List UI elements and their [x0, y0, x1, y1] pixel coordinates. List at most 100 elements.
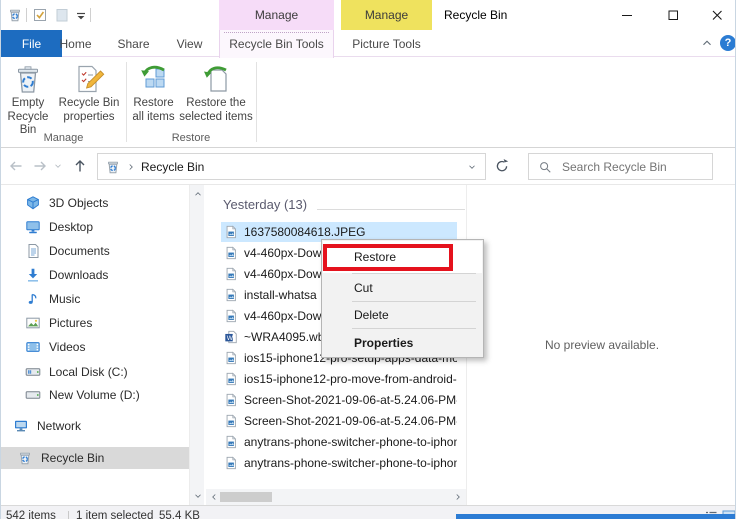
forward-button[interactable] — [29, 155, 51, 177]
recent-locations-button[interactable] — [51, 155, 65, 177]
recycle-bin-icon — [17, 450, 33, 466]
file-name: ios15-iphone12-pro-move-from-android- — [244, 372, 457, 386]
image-file-icon — [224, 414, 238, 428]
sidebar-item-label: Network — [37, 419, 81, 433]
file-name: Screen-Shot-2021-09-06-at-5.24.06-PM-10 — [244, 414, 457, 428]
sidebar-item-label: 3D Objects — [49, 196, 108, 210]
restore-all-items-button[interactable]: Restoreall items — [129, 60, 178, 140]
scroll-right-icon[interactable] — [453, 492, 463, 502]
preview-pane: No preview available. — [467, 185, 736, 505]
sidebar-scrollbar[interactable] — [189, 185, 204, 505]
desktop-icon — [25, 219, 41, 235]
search-input[interactable] — [560, 159, 719, 175]
sidebar-item-new-volume-d[interactable]: New Volume (D:) — [25, 384, 187, 406]
sidebar-item-desktop[interactable]: Desktop — [25, 216, 187, 238]
menu-item-cut[interactable]: Cut — [323, 276, 482, 300]
sidebar-item-documents[interactable]: Documents — [25, 240, 187, 262]
menu-divider — [352, 328, 476, 329]
sidebar-item-recycle-bin[interactable]: Recycle Bin — [1, 447, 189, 469]
file-row[interactable]: ios15-iphone12-pro-move-from-android- — [221, 369, 457, 389]
tab-recycle-bin-tools[interactable]: Recycle Bin Tools — [219, 30, 334, 58]
address-dropdown-icon[interactable] — [467, 162, 477, 172]
qat-divider — [26, 8, 27, 22]
menu-divider — [352, 273, 476, 274]
window-bottom-border — [456, 514, 736, 519]
filelist-horizontal-scrollbar[interactable] — [206, 489, 466, 505]
refresh-button[interactable] — [491, 155, 513, 177]
file-row[interactable]: Screen-Shot-2021-09-06-at-5.24.06-PM-10 — [221, 411, 457, 431]
file-row[interactable]: anytrans-phone-switcher-phone-to-iphon — [221, 453, 457, 473]
search-icon — [538, 160, 552, 174]
up-button[interactable] — [69, 155, 91, 177]
music-icon — [25, 291, 41, 307]
tab-picture-tools[interactable]: Picture Tools — [341, 30, 432, 57]
close-button[interactable] — [696, 0, 736, 30]
qat-new-item-button[interactable] — [52, 5, 72, 25]
minimize-button[interactable] — [604, 0, 650, 30]
restore-selected-items-button[interactable]: Restore theselected items — [178, 60, 254, 140]
window-title: Recycle Bin — [444, 8, 507, 22]
help-icon: ? — [725, 37, 732, 49]
file-row[interactable]: anytrans-phone-switcher-phone-to-iphon — [221, 432, 457, 452]
scroll-up-icon[interactable] — [193, 189, 203, 199]
selection-size: 55.4 KB — [159, 510, 200, 519]
collapse-ribbon-button[interactable] — [700, 36, 714, 50]
image-file-icon — [224, 393, 238, 407]
back-button[interactable] — [5, 155, 27, 177]
address-bar[interactable]: Recycle Bin — [97, 153, 486, 180]
scroll-left-icon[interactable] — [209, 492, 219, 502]
button-label: Restoreall items — [132, 97, 174, 124]
main-content: 3D Objects Desktop Documents Downloads M… — [1, 185, 736, 505]
videos-icon — [25, 339, 41, 355]
chevron-up-icon — [700, 36, 714, 50]
tab-view[interactable]: View — [162, 30, 217, 57]
sidebar-item-label: Documents — [49, 244, 110, 258]
recycle-bin-properties-button[interactable]: Recycle Binproperties — [54, 60, 124, 140]
status-divider — [68, 511, 69, 519]
maximize-icon — [665, 7, 681, 23]
tab-home[interactable]: Home — [48, 30, 103, 57]
tab-share[interactable]: Share — [106, 30, 161, 57]
sidebar-item-pictures[interactable]: Pictures — [25, 312, 187, 334]
file-row[interactable]: Screen-Shot-2021-09-06-at-5.24.06-PM-10 — [221, 390, 457, 410]
scroll-down-icon[interactable] — [193, 491, 203, 501]
sidebar-item-label: Local Disk (C:) — [49, 365, 128, 379]
customize-quick-access-icon — [73, 7, 89, 23]
item-count: 542 items — [6, 510, 56, 519]
sidebar-item-videos[interactable]: Videos — [25, 336, 187, 358]
ribbon-group-divider — [256, 62, 257, 142]
help-button[interactable]: ? — [720, 35, 736, 51]
image-file-icon — [224, 456, 238, 470]
image-file-icon — [224, 309, 238, 323]
empty-recycle-bin-button[interactable]: EmptyRecycle Bin — [3, 60, 53, 140]
file-name: v4-460px-Dow — [244, 309, 321, 323]
breadcrumb[interactable]: Recycle Bin — [141, 160, 204, 174]
image-file-icon — [224, 288, 238, 302]
sidebar-item-network[interactable]: Network — [13, 415, 175, 437]
menu-divider — [352, 301, 476, 302]
image-file-icon — [224, 372, 238, 386]
sidebar-item-downloads[interactable]: Downloads — [25, 264, 187, 286]
sidebar-item-label: Videos — [49, 340, 85, 354]
sidebar-item-local-disk-c[interactable]: Local Disk (C:) — [25, 361, 187, 383]
sidebar-item-music[interactable]: Music — [25, 288, 187, 310]
sidebar-item-3d-objects[interactable]: 3D Objects — [25, 192, 187, 214]
file-name: v4-460px-Dow — [244, 267, 321, 281]
qat-properties-button[interactable] — [30, 5, 50, 25]
properties-check-icon — [32, 7, 48, 23]
ribbon-group-label-restore: Restore — [127, 132, 255, 144]
sidebar-item-label: Pictures — [49, 316, 92, 330]
file-name: install-whatsa — [244, 288, 317, 302]
qat-customize-button[interactable] — [71, 5, 91, 25]
scrollbar-thumb[interactable] — [220, 492, 272, 502]
group-header[interactable]: Yesterday (13) — [223, 197, 307, 212]
recycle-bin-icon — [105, 159, 121, 175]
maximize-button[interactable] — [650, 0, 696, 30]
sidebar-item-label: Desktop — [49, 220, 93, 234]
image-file-icon — [224, 225, 238, 239]
context-menu: Restore Cut Delete Properties — [321, 239, 484, 358]
menu-item-delete[interactable]: Delete — [323, 303, 482, 327]
file-name: ~WRA4095.wb — [244, 330, 324, 344]
downloads-icon — [25, 267, 41, 283]
menu-item-properties[interactable]: Properties — [323, 330, 482, 356]
